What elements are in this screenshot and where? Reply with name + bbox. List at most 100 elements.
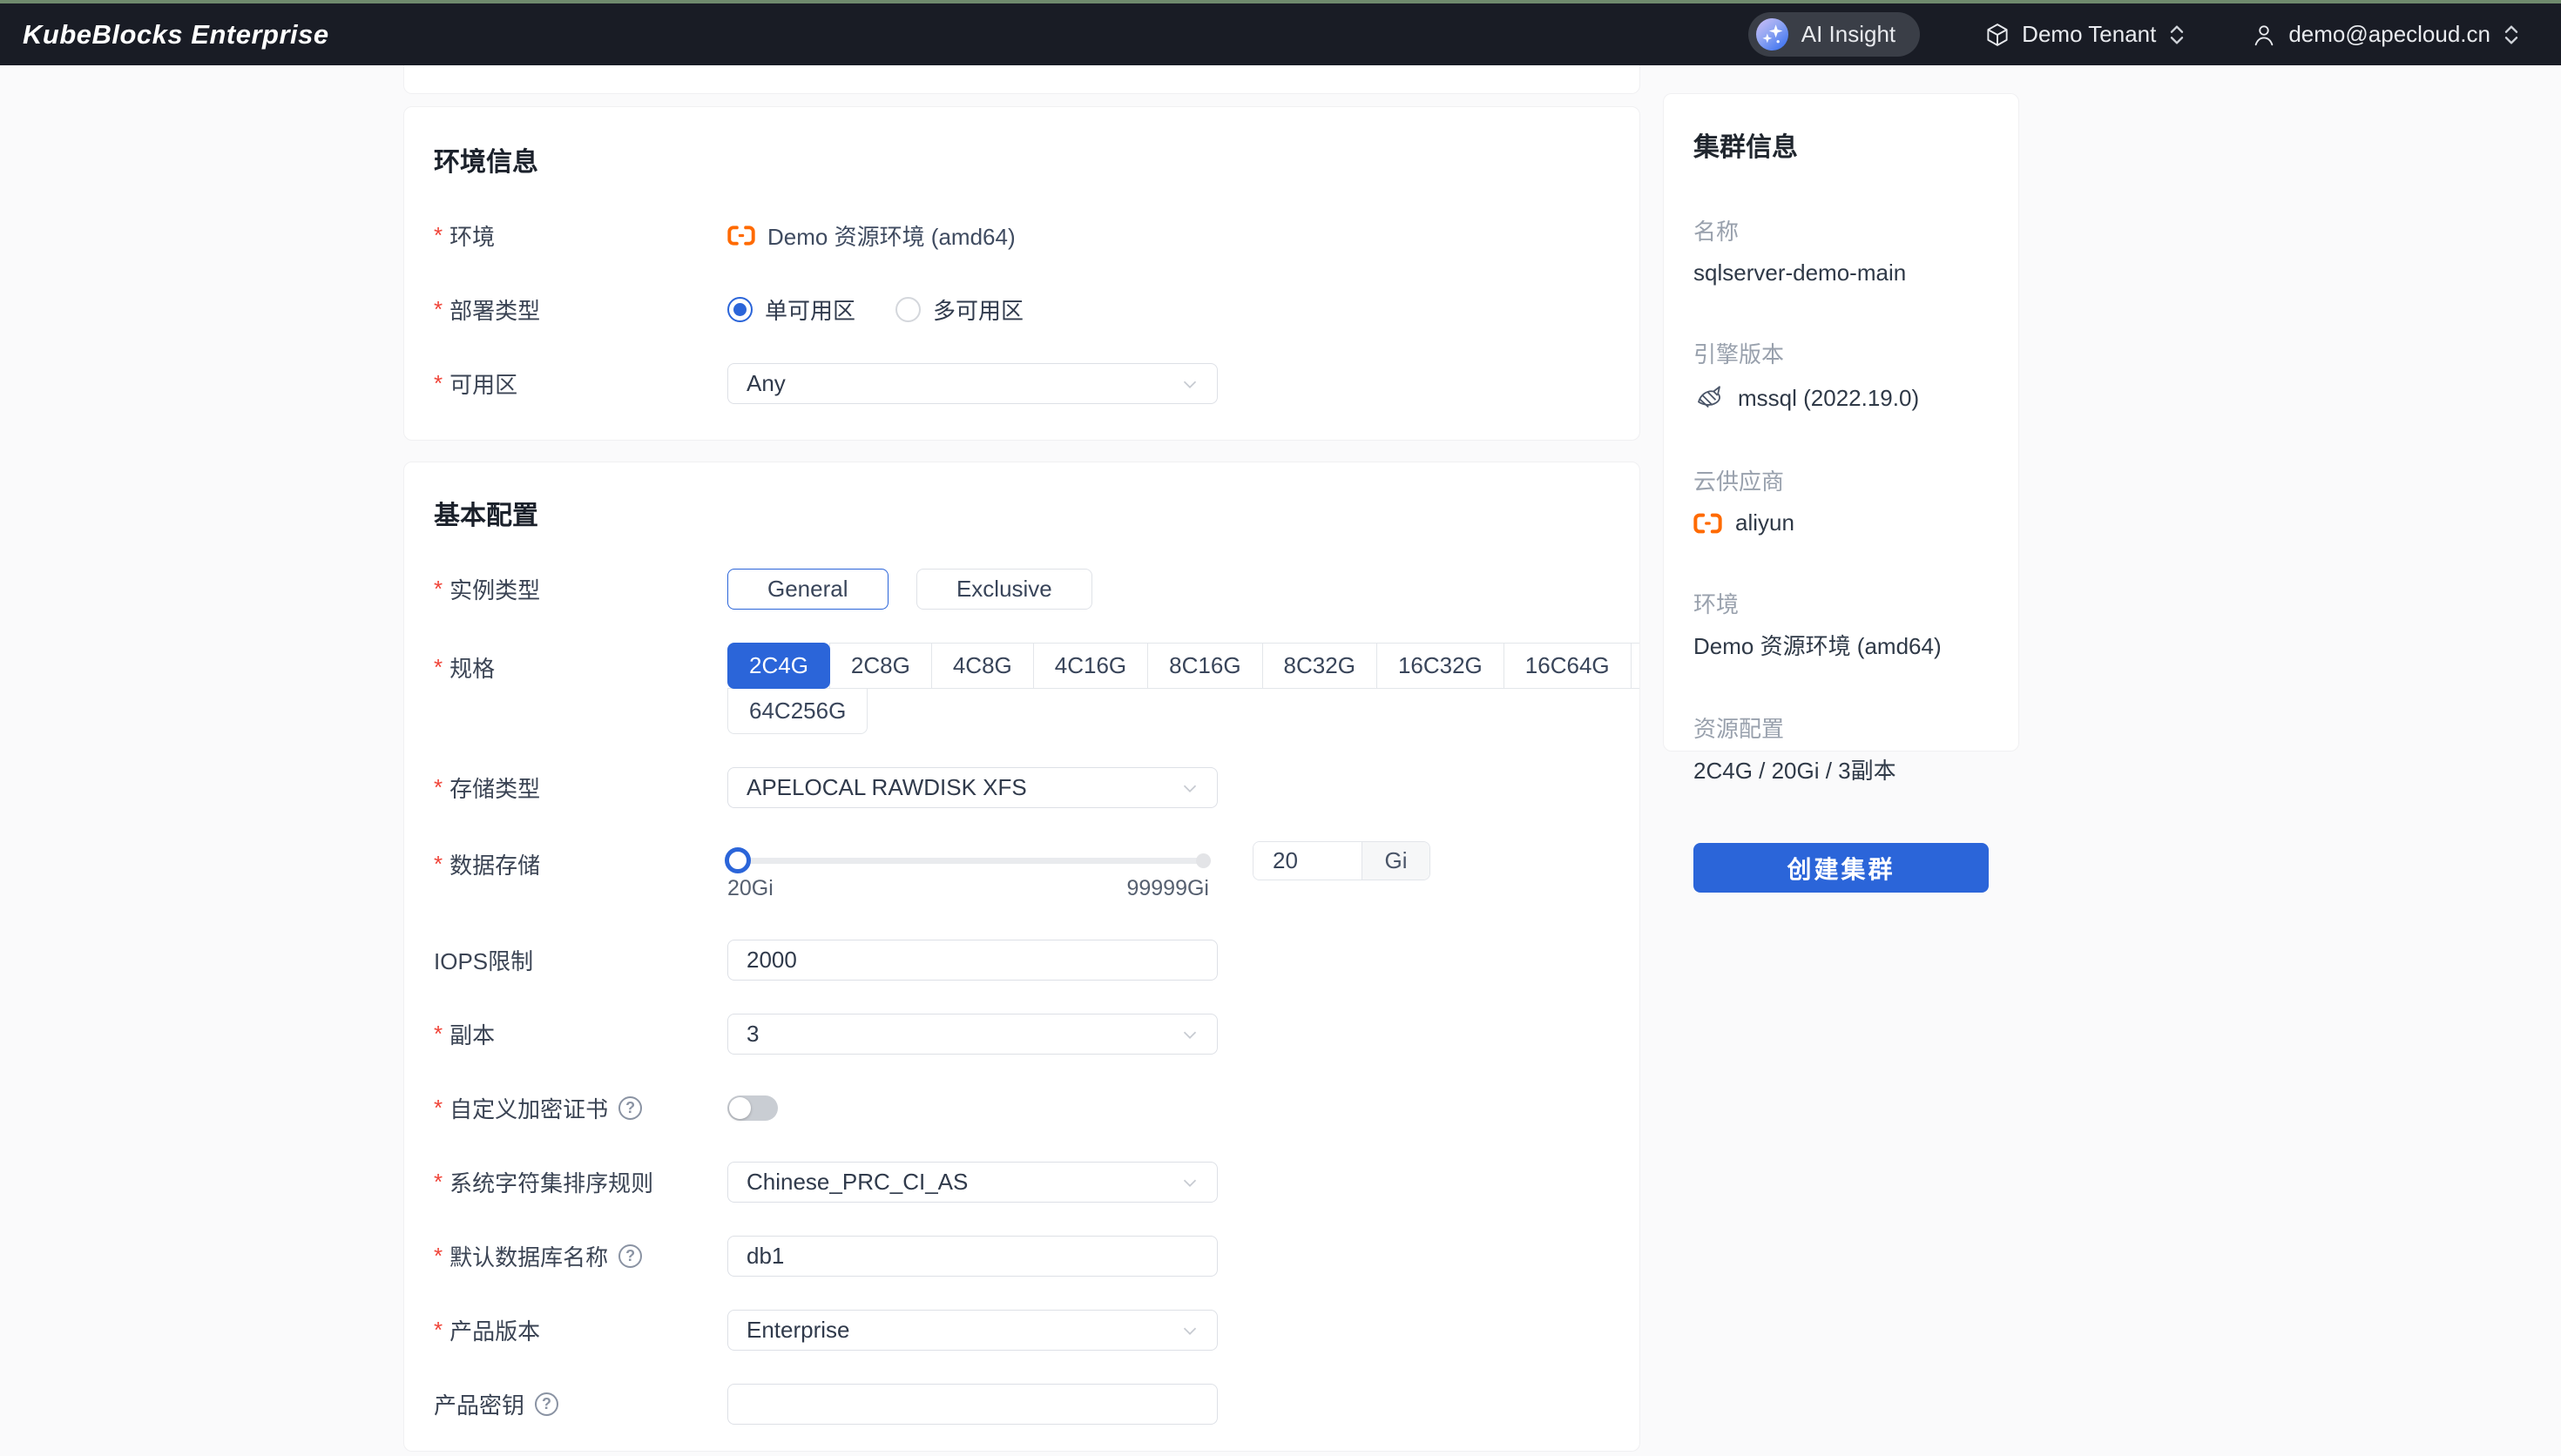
- slider-min-label: 20Gi: [727, 876, 774, 901]
- data-storage-row: * 数据存储 20Gi 99999Gi: [434, 841, 1610, 907]
- spec-label: * 规格: [434, 651, 727, 684]
- edition-label: * 产品版本: [434, 1314, 727, 1346]
- data-storage-control: 20Gi 99999Gi Gi: [727, 841, 1430, 901]
- radio-multi-zone[interactable]: 多可用区: [895, 293, 1024, 326]
- tenant-updown-icon: [2167, 21, 2186, 49]
- deploy-type-row: * 部署类型 单可用区 多可用区: [434, 289, 1610, 330]
- product-key-input[interactable]: [727, 1384, 1218, 1425]
- summary-provider-value-row: aliyun: [1693, 509, 1989, 536]
- chevron-down-icon: [1179, 777, 1201, 799]
- spec-option-4c8g[interactable]: 4C8G: [931, 643, 1034, 689]
- product-key-row: 产品密钥 ?: [434, 1384, 1610, 1425]
- summary-resources-group: 资源配置 2C4G / 20Gi / 3副本: [1693, 711, 1989, 785]
- spec-option-16c64g[interactable]: 16C64G: [1503, 643, 1632, 689]
- user-updown-icon: [2502, 21, 2521, 49]
- instance-type-exclusive-button[interactable]: Exclusive: [916, 569, 1092, 610]
- iops-label: IOPS限制: [434, 944, 727, 976]
- replicas-select[interactable]: 3: [727, 1014, 1218, 1055]
- env-value: Demo 资源环境 (amd64): [727, 219, 1016, 252]
- summary-provider-group: 云供应商 aliyun: [1693, 464, 1989, 536]
- summary-env-group: 环境 Demo 资源环境 (amd64): [1693, 587, 1989, 661]
- storage-type-label: * 存储类型: [434, 772, 727, 804]
- edition-row: * 产品版本 Enterprise: [434, 1310, 1610, 1351]
- slider-range-labels: 20Gi 99999Gi: [727, 876, 1209, 901]
- mssql-engine-icon: [1693, 382, 1725, 414]
- chevron-down-icon: [1179, 373, 1201, 395]
- summary-name-label: 名称: [1693, 214, 1989, 246]
- deploy-type-label: * 部署类型: [434, 293, 727, 326]
- aliyun-provider-icon: [1693, 513, 1722, 534]
- default-db-label: * 默认数据库名称 ?: [434, 1240, 727, 1272]
- required-marker: *: [434, 774, 443, 801]
- data-storage-input-group: Gi: [1253, 841, 1430, 880]
- page-content: 环境信息 * 环境 Demo 资源环境 (amd64): [0, 65, 2561, 1452]
- storage-type-select[interactable]: APELOCAL RAWDISK XFS: [727, 767, 1218, 808]
- data-storage-input[interactable]: [1253, 842, 1362, 880]
- custom-cert-label: * 自定义加密证书 ?: [434, 1092, 727, 1124]
- required-marker: *: [434, 1243, 443, 1270]
- basic-config-title: 基本配置: [434, 494, 1610, 532]
- instance-type-general-button[interactable]: General: [727, 569, 889, 610]
- help-icon[interactable]: ?: [618, 1244, 642, 1268]
- spec-option-16c32g[interactable]: 16C32G: [1376, 643, 1504, 689]
- zone-select[interactable]: Any: [727, 363, 1218, 404]
- summary-engine-value: mssql (2022.19.0): [1738, 385, 1919, 412]
- spec-option-64c256g[interactable]: 64C256G: [727, 688, 868, 734]
- instance-type-options: General Exclusive: [727, 569, 1117, 610]
- user-icon: [2251, 22, 2277, 48]
- slider-track[interactable]: [727, 858, 1209, 864]
- replicas-value: 3: [747, 1021, 759, 1048]
- chevron-down-icon: [1179, 1319, 1201, 1342]
- collation-select[interactable]: Chinese_PRC_CI_AS: [727, 1162, 1218, 1203]
- data-storage-label: * 数据存储: [434, 848, 727, 880]
- radio-single-zone[interactable]: 单可用区: [727, 293, 855, 326]
- spec-option-32c128g[interactable]: 32C128G: [1631, 643, 1640, 689]
- toggle-knob: [729, 1097, 751, 1119]
- data-storage-slider: 20Gi 99999Gi: [727, 841, 1209, 901]
- summary-provider-value: aliyun: [1735, 509, 1794, 536]
- required-marker: *: [434, 576, 443, 603]
- iops-input[interactable]: [727, 940, 1218, 981]
- default-db-row: * 默认数据库名称 ?: [434, 1236, 1610, 1277]
- env-row: * 环境 Demo 资源环境 (amd64): [434, 215, 1610, 256]
- summary-env-value: Demo 资源环境 (amd64): [1693, 629, 1989, 661]
- required-marker: *: [434, 654, 443, 681]
- spec-options-row-2: 64C256G: [727, 689, 1640, 734]
- slider-endcap: [1196, 853, 1211, 868]
- header-actions: AI Insight Demo Tenant demo@apecloud.cn: [1748, 12, 2521, 57]
- required-marker: *: [434, 1317, 443, 1344]
- edition-value: Enterprise: [747, 1317, 850, 1344]
- summary-engine-label: 引擎版本: [1693, 337, 1989, 369]
- edition-select[interactable]: Enterprise: [727, 1310, 1218, 1351]
- required-marker: *: [434, 370, 443, 397]
- chevron-down-icon: [1179, 1171, 1201, 1194]
- user-menu[interactable]: demo@apecloud.cn: [2251, 21, 2521, 49]
- required-marker: *: [434, 1169, 443, 1196]
- default-db-input[interactable]: [727, 1236, 1218, 1277]
- storage-type-value: APELOCAL RAWDISK XFS: [747, 774, 1027, 801]
- summary-resources-value: 2C4G / 20Gi / 3副本: [1693, 753, 1989, 785]
- spec-option-8c32g[interactable]: 8C32G: [1262, 643, 1377, 689]
- replicas-row: * 副本 3: [434, 1014, 1610, 1055]
- env-label: * 环境: [434, 219, 727, 252]
- storage-type-row: * 存储类型 APELOCAL RAWDISK XFS: [434, 767, 1610, 808]
- ai-insight-button[interactable]: AI Insight: [1748, 12, 1920, 57]
- summary-name-value: sqlserver-demo-main: [1693, 260, 1989, 286]
- collation-value: Chinese_PRC_CI_AS: [747, 1169, 968, 1196]
- spec-option-8c16g[interactable]: 8C16G: [1147, 643, 1262, 689]
- app-logo: KubeBlocks Enterprise: [23, 19, 329, 51]
- spec-option-2c4g[interactable]: 2C4G: [727, 643, 830, 689]
- slider-max-label: 99999Gi: [1126, 876, 1209, 901]
- spec-option-4c16g[interactable]: 4C16G: [1033, 643, 1148, 689]
- required-marker: *: [434, 851, 443, 878]
- help-icon[interactable]: ?: [535, 1392, 558, 1416]
- tenant-selector[interactable]: Demo Tenant: [1984, 21, 2186, 49]
- radio-unselected-icon: [895, 297, 921, 322]
- slider-handle[interactable]: [725, 847, 751, 873]
- create-cluster-button[interactable]: 创建集群: [1693, 843, 1989, 893]
- data-storage-unit: Gi: [1362, 842, 1429, 880]
- help-icon[interactable]: ?: [618, 1096, 642, 1120]
- custom-cert-toggle[interactable]: [727, 1095, 778, 1121]
- custom-cert-row: * 自定义加密证书 ?: [434, 1088, 1610, 1129]
- spec-option-2c8g[interactable]: 2C8G: [829, 643, 932, 689]
